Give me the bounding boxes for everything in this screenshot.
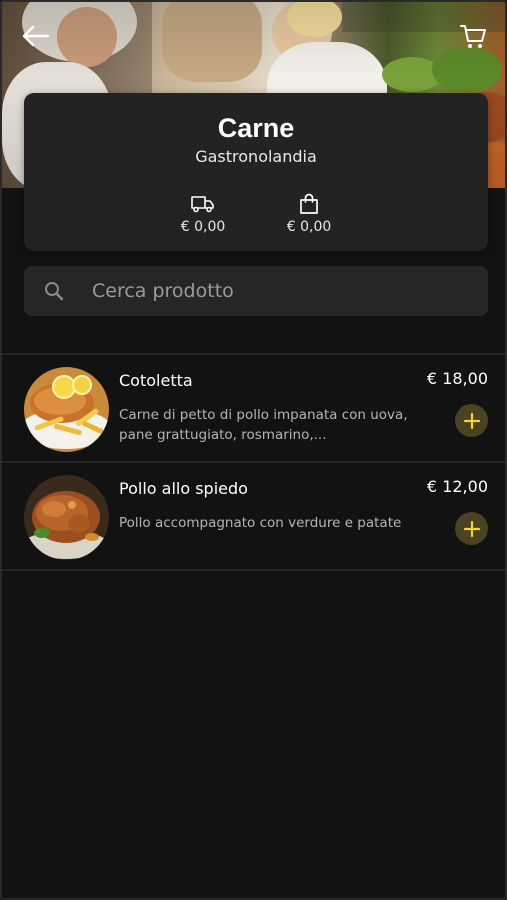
- divider: [2, 569, 505, 571]
- cart-button[interactable]: [453, 16, 493, 56]
- product-description: Carne di petto di pollo impanata con uov…: [119, 407, 408, 443]
- add-to-cart-button[interactable]: [455, 404, 488, 437]
- minimum-order: € 0,00: [264, 193, 354, 235]
- product-item-cotoletta[interactable]: Cotoletta € 18,00 Carne di petto di poll…: [2, 355, 505, 461]
- product-image-pollo: [24, 475, 109, 560]
- minimum-order-value: € 0,00: [286, 219, 332, 235]
- truck-icon: [191, 196, 214, 213]
- search-bar[interactable]: [24, 266, 488, 316]
- shopping-bag-icon: [300, 193, 318, 214]
- delivery-fee-value: € 0,00: [180, 219, 226, 235]
- app-screen: Carne Gastronolandia € 0,00 € 0,00 Cerca…: [0, 0, 507, 900]
- back-button[interactable]: [16, 16, 56, 56]
- plus-icon: [463, 412, 480, 429]
- arrow-left-icon: [22, 25, 50, 47]
- search-icon: [45, 282, 64, 301]
- store-name: Gastronolandia: [195, 147, 317, 166]
- product-name: Cotoletta: [119, 371, 193, 390]
- store-info-card: Carne Gastronolandia € 0,00 € 0,00: [24, 93, 488, 251]
- product-name: Pollo allo spiedo: [119, 479, 248, 498]
- add-to-cart-button[interactable]: [455, 512, 488, 545]
- cart-icon: [460, 25, 486, 48]
- category-title: Carne: [217, 113, 295, 143]
- product-price: € 18,00: [426, 369, 488, 388]
- product-item-pollo-allo-spiedo[interactable]: Pollo allo spiedo € 12,00 Pollo accompag…: [2, 463, 505, 569]
- plus-icon: [463, 520, 480, 537]
- product-list: Cotoletta € 18,00 Carne di petto di poll…: [2, 353, 505, 571]
- search-input[interactable]: [84, 266, 488, 316]
- delivery-fee: € 0,00: [158, 193, 248, 235]
- product-image-cotoletta: [24, 367, 109, 452]
- product-description: Pollo accompagnato con verdure e patate: [119, 515, 402, 531]
- product-price: € 12,00: [426, 477, 488, 496]
